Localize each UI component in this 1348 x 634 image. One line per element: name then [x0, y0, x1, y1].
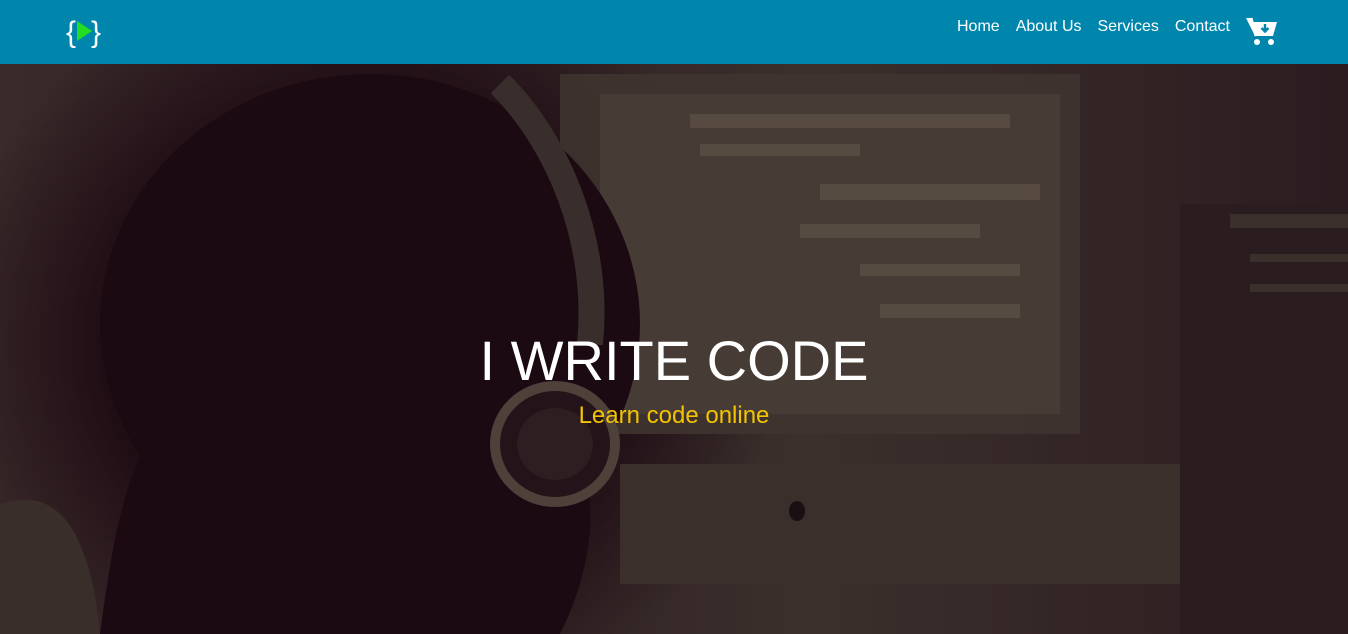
navbar: { } Home About Us Services Contact — [0, 0, 1348, 64]
hero-subtitle: Learn code online — [578, 402, 770, 429]
svg-text:{: { — [66, 16, 76, 49]
nav-services-link[interactable]: Services — [1098, 18, 1159, 36]
nav-contact-link[interactable]: Contact — [1175, 18, 1230, 36]
nav-home-link[interactable]: Home — [957, 18, 1000, 36]
main-nav: Home About Us Services Contact — [941, 0, 1230, 54]
hero-section: I WRITE CODE Learn code online — [0, 64, 1348, 634]
cart-download-icon[interactable] — [1245, 15, 1279, 47]
svg-text:}: } — [91, 16, 101, 49]
nav-about-us-link[interactable]: About Us — [1016, 18, 1082, 36]
brackets-play-logo-icon[interactable]: { } — [66, 13, 102, 49]
hero-text-block: I WRITE CODE Learn code online — [0, 326, 1348, 436]
hero-title: I WRITE CODE — [479, 329, 869, 392]
